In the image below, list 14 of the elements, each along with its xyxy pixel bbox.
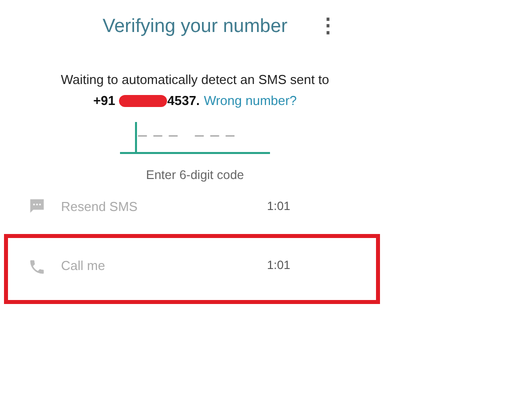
message-icon	[28, 197, 46, 215]
option-label: Call me	[61, 258, 106, 273]
phone-icon	[28, 258, 46, 276]
phone-number-suffix: 4537.	[167, 93, 200, 108]
menu-button[interactable]: ⋮	[314, 14, 342, 38]
code-hint: Enter 6-digit code	[146, 168, 244, 182]
screen-title: Verifying your number	[102, 16, 288, 39]
option-timer: 1:01	[267, 258, 290, 272]
wrong-number-link[interactable]: Wrong number?	[204, 93, 297, 108]
code-input-field[interactable]: – – – – – –	[120, 120, 270, 154]
phone-number-prefix: +91	[93, 93, 116, 108]
option-label: Resend SMS	[61, 198, 139, 214]
option-timer: 1:01	[267, 199, 290, 213]
waiting-message: Waiting to automatically detect an SMS sent to	[60, 72, 330, 87]
